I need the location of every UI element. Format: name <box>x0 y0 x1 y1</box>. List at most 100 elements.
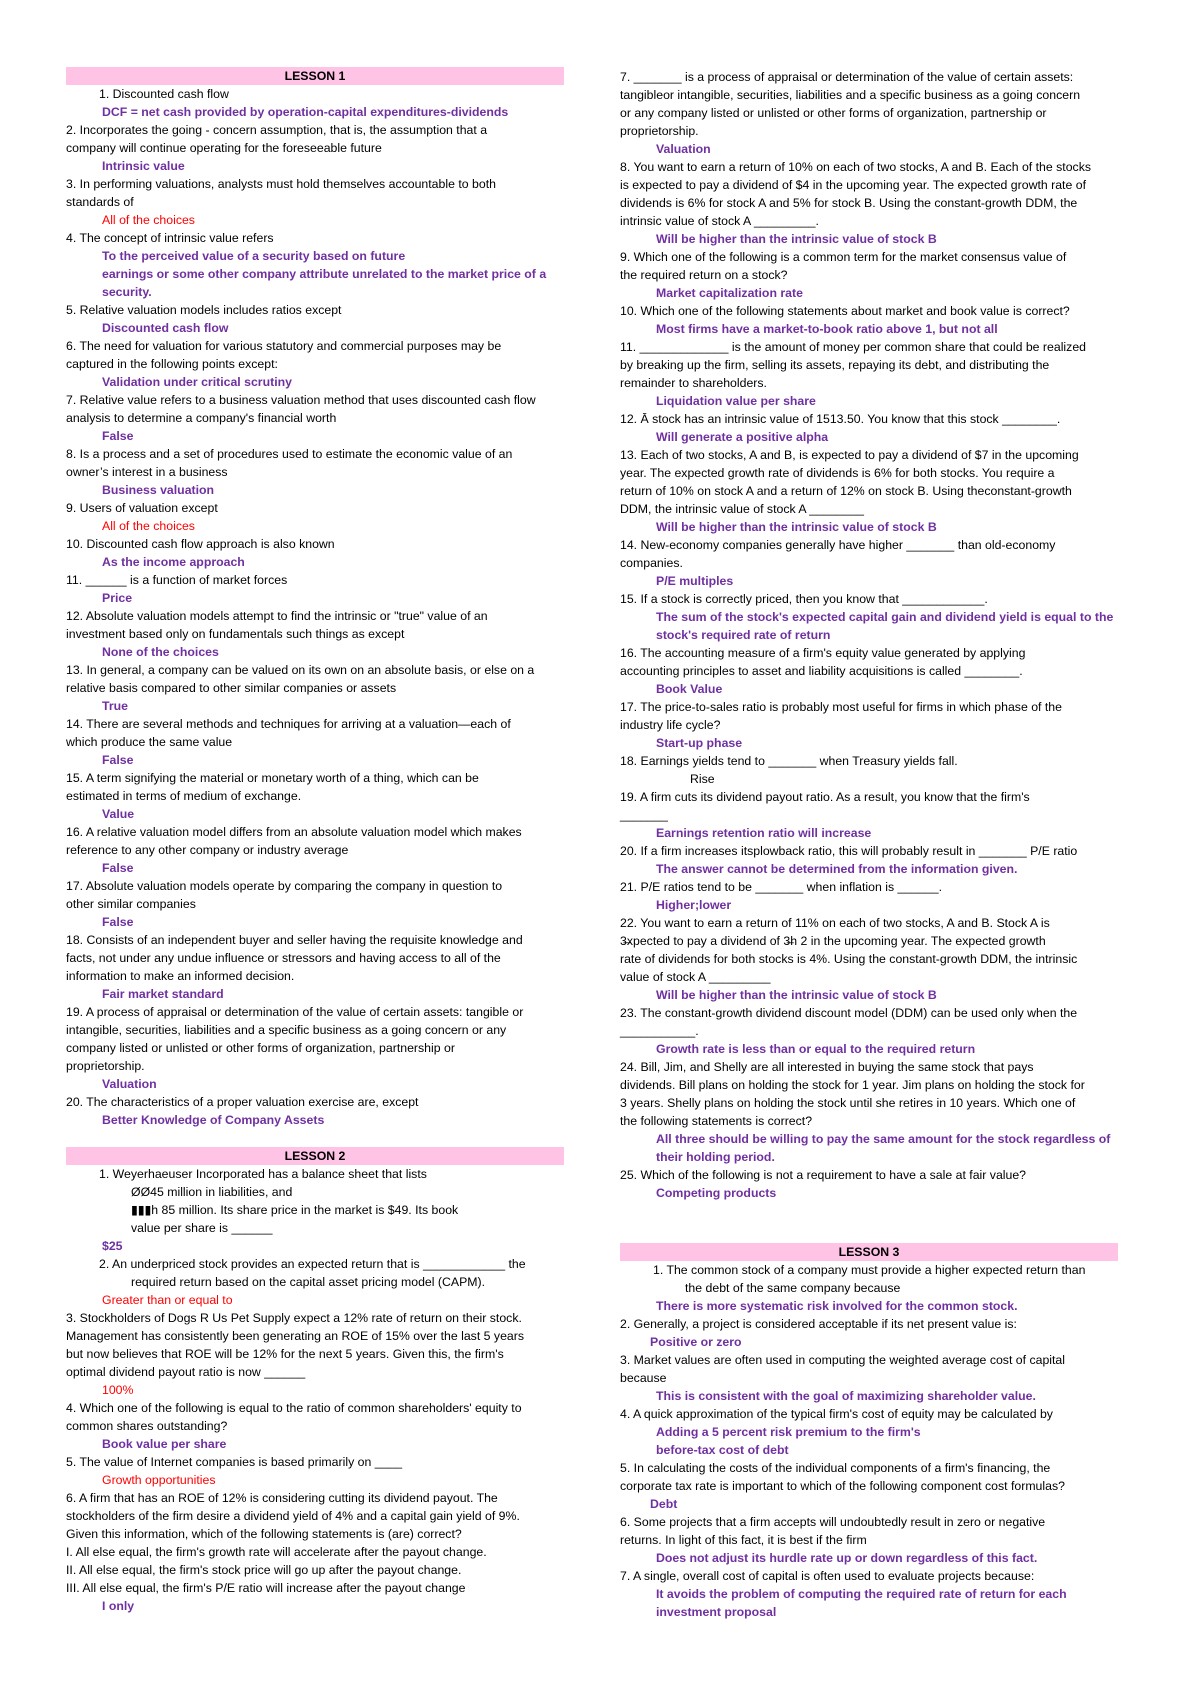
answer-text: Better Knowledge of Company Assets <box>102 1113 325 1127</box>
question-text: 3 years. Shelly plans on holding the sto… <box>620 1096 1076 1110</box>
answer-text-red: All of the choices <box>102 519 195 533</box>
answer-text: investment proposal <box>656 1605 777 1619</box>
question-text: 18. Consists of an independent buyer and… <box>66 933 523 947</box>
answer-text: Book Value <box>656 682 723 696</box>
question-text: 19. A firm cuts its dividend payout rati… <box>620 790 1030 804</box>
answer-text: stock's required rate of return <box>656 628 831 642</box>
answer-text: Debt <box>650 1497 678 1511</box>
question-text: because <box>620 1371 667 1385</box>
question-text: intrinsic value of stock A _________. <box>620 214 819 228</box>
question-text: 16. A relative valuation model differs f… <box>66 825 522 839</box>
question-text: optimal dividend payout ratio is now ___… <box>66 1365 306 1379</box>
answer-text: None of the choices <box>102 645 219 659</box>
question-text: remainder to shareholders. <box>620 376 767 390</box>
lesson-header: LESSON 3 <box>620 1243 1118 1261</box>
question-text: dividends is 6% for stock A and 5% for s… <box>620 196 1078 210</box>
question-text: information to make an informed decision… <box>66 969 295 983</box>
question-text: 23. The constant-growth dividend discoun… <box>620 1006 1078 1020</box>
answer-text: It avoids the problem of computing the r… <box>656 1587 1067 1601</box>
question-text: 7. A single, overall cost of capital is … <box>620 1569 1035 1583</box>
question-text: common shares outstanding? <box>66 1419 228 1433</box>
question-text: 13. In general, a company can be valued … <box>66 663 535 677</box>
answer-text: False <box>102 861 134 875</box>
question-text: year. The expected growth rate of divide… <box>620 466 1055 480</box>
question-text: but now believes that ROE will be 12% fo… <box>66 1347 504 1361</box>
answer-text: Will generate a positive alpha <box>656 430 829 444</box>
question-text: 13. Each of two stocks, A and B, is expe… <box>620 448 1079 462</box>
question-text: corporate tax rate is important to which… <box>620 1479 1065 1493</box>
question-text: 19. A process of appraisal or determinat… <box>66 1005 524 1019</box>
answer-text: Valuation <box>656 142 711 156</box>
answer-text: security. <box>102 285 152 299</box>
question-text: 24. Bill, Jim, and Shelly are all intere… <box>620 1060 1034 1074</box>
answer-text: before-tax cost of debt <box>656 1443 789 1457</box>
question-text: 9. Which one of the following is a commo… <box>620 250 1067 264</box>
question-text: relative basis compared to other similar… <box>66 681 397 695</box>
question-text: 5. In calculating the costs of the indiv… <box>620 1461 1051 1475</box>
lesson-header: LESSON 2 <box>66 1147 564 1165</box>
question-text: 3. Market values are often used in compu… <box>620 1353 1065 1367</box>
question-text: 18. Earnings yields tend to _______ when… <box>620 754 958 768</box>
answer-text: $25 <box>102 1239 123 1253</box>
question-text: analysis to determine a company's financ… <box>66 411 337 425</box>
answer-text: Value <box>102 807 135 821</box>
answer-text: Will be higher than the intrinsic value … <box>656 520 937 534</box>
answer-text: Higher;lower <box>656 898 732 912</box>
answer-text: The sum of the stock's expected capital … <box>656 610 1114 624</box>
question-text: 1. Discounted cash flow <box>99 87 229 101</box>
answer-text: Valuation <box>102 1077 157 1091</box>
question-text: is expected to pay a dividend of $4 in t… <box>620 178 1086 192</box>
question-text: Given this information, which of the fol… <box>66 1527 462 1541</box>
question-text: facts, not under any undue influence or … <box>66 951 501 965</box>
question-text: 20. The characteristics of a proper valu… <box>66 1095 419 1109</box>
answer-text: All three should be willing to pay the s… <box>656 1132 1111 1146</box>
answer-text: Validation under critical scrutiny <box>102 375 292 389</box>
question-text: company will continue operating for the … <box>66 141 382 155</box>
question-text: 12. Absolute valuation models attempt to… <box>66 609 488 623</box>
answer-text: earnings or some other company attribute… <box>102 267 547 281</box>
answer-text: As the income approach <box>102 555 245 569</box>
question-text: Management has consistently been generat… <box>66 1329 524 1343</box>
question-text: estimated in terms of medium of exchange… <box>66 789 302 803</box>
question-text: or any company listed or unlisted or oth… <box>620 106 1047 120</box>
question-text: ___________. <box>620 1024 699 1038</box>
question-text: value per share is ______ <box>131 1221 273 1235</box>
answer-text: Rise <box>690 772 715 786</box>
answer-text: To the perceived value of a security bas… <box>102 249 406 263</box>
question-text: ▮▮▮h 85 million. Its share price in the … <box>131 1203 459 1217</box>
question-text: 8. You want to earn a return of 10% on e… <box>620 160 1091 174</box>
question-text: industry life cycle? <box>620 718 721 732</box>
answer-text: Market capitalization rate <box>656 286 803 300</box>
answer-text: P/E multiples <box>656 574 734 588</box>
answer-text: Business valuation <box>102 483 215 497</box>
answer-text: Liquidation value per share <box>656 394 816 408</box>
question-text: 4. A quick approximation of the typical … <box>620 1407 1053 1421</box>
question-text: 10. Which one of the following statement… <box>620 304 1070 318</box>
answer-text: There is more systematic risk involved f… <box>656 1299 1018 1313</box>
answer-text-red: 100% <box>102 1383 134 1397</box>
question-text: captured in the following points except: <box>66 357 278 371</box>
answer-text: Start-up phase <box>656 736 743 750</box>
question-text: value of stock A _________ <box>620 970 771 984</box>
question-text: 15. If a stock is correctly priced, then… <box>620 592 988 606</box>
question-text: 7. Relative value refers to a business v… <box>66 393 536 407</box>
question-text: returns. In light of this fact, it is be… <box>620 1533 867 1547</box>
lesson-header: LESSON 1 <box>66 67 564 85</box>
question-text: intangible, securities, liabilities and … <box>66 1023 507 1037</box>
answer-text: DCF = net cash provided by operation-cap… <box>102 105 509 119</box>
answer-text: False <box>102 915 134 929</box>
question-text: required return based on the capital ass… <box>131 1275 486 1289</box>
answer-text: False <box>102 429 134 443</box>
question-text: 5. The value of Internet companies is ba… <box>66 1455 403 1469</box>
question-text: accounting principles to asset and liabi… <box>620 664 1023 678</box>
answer-text: Positive or zero <box>650 1335 742 1349</box>
question-text: 16. The accounting measure of a firm's e… <box>620 646 1026 660</box>
question-text: 12. Ā stock has an intrinsic value of 15… <box>620 412 1061 426</box>
question-text: 9. Users of valuation except <box>66 501 218 515</box>
question-text: I. All else equal, the firm's growth rat… <box>66 1545 487 1559</box>
question-text: proprietorship. <box>66 1059 145 1073</box>
question-text: 3̶xpected to pay a dividend of 3̶h 2 in … <box>620 934 1046 948</box>
question-text: 1. The common stock of a company must pr… <box>653 1263 1086 1277</box>
